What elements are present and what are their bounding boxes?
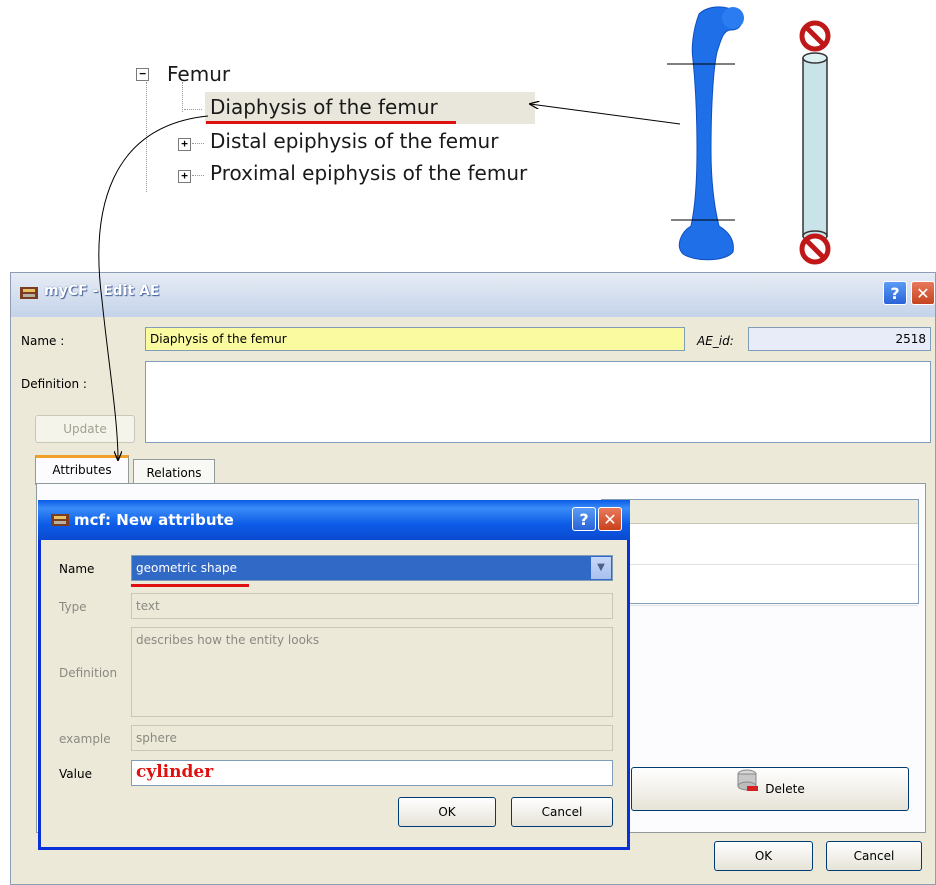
definition-label: Definition :: [21, 377, 87, 391]
delete-button-label: Delete: [765, 782, 805, 796]
anatomy-tree: − Femur Diaphysis of the femur + Distal …: [0, 0, 560, 240]
plus-box-icon[interactable]: +: [178, 170, 191, 183]
tree-node-diaphysis[interactable]: Diaphysis of the femur: [210, 95, 438, 119]
help-icon[interactable]: ?: [883, 281, 907, 305]
window-titlebar[interactable]: myCF - Edit AE ? ✕: [11, 273, 935, 317]
attr-definition-field: describes how the entity looks: [131, 627, 613, 717]
annotation-underline: [131, 584, 249, 587]
tree-node-distal-epiphysis[interactable]: Distal epiphysis of the femur: [210, 129, 498, 153]
tree-guide-line: [146, 82, 147, 192]
ae-id-field[interactable]: 2518: [748, 327, 931, 351]
cancel-button[interactable]: Cancel: [826, 841, 922, 871]
tree-node-proximal-epiphysis[interactable]: Proximal epiphysis of the femur: [210, 161, 527, 185]
table-header[interactable]: om: [602, 500, 918, 524]
attr-definition-label: Definition: [59, 666, 118, 680]
delete-button[interactable]: Delete: [631, 767, 909, 811]
window-title: myCF - Edit AE: [44, 283, 160, 299]
tree-guide-line: [182, 82, 183, 112]
tree-guide-line: [192, 143, 204, 144]
femur-3d-image: [655, 0, 765, 270]
table-row[interactable]: [602, 565, 918, 606]
tree-guide-line: [184, 109, 202, 110]
name-label: Name :: [21, 334, 65, 348]
tree-guide-line: [192, 175, 204, 176]
close-icon[interactable]: ✕: [911, 281, 935, 305]
new-attribute-dialog: mcf: New attribute ? ✕ Name geometric sh…: [38, 500, 630, 850]
annotation-underline: [206, 121, 456, 124]
update-button[interactable]: Update: [35, 415, 135, 443]
cylinder-3d-image: [785, 20, 845, 270]
attr-name-value: geometric shape: [136, 561, 238, 575]
delete-db-icon: [735, 768, 759, 811]
dialog-ok-button[interactable]: OK: [398, 797, 496, 827]
minus-box-icon[interactable]: −: [136, 68, 149, 81]
attr-value-field[interactable]: cylinder: [131, 760, 613, 786]
help-icon[interactable]: ?: [572, 507, 596, 531]
attributes-table[interactable]: om: [601, 499, 919, 606]
attr-type-field: text: [131, 593, 613, 619]
attr-name-label: Name: [59, 562, 95, 576]
definition-field[interactable]: [145, 361, 931, 443]
app-icon: [19, 284, 39, 302]
tab-attributes[interactable]: Attributes: [35, 455, 129, 485]
dialog-titlebar[interactable]: mcf: New attribute ? ✕: [38, 500, 630, 540]
close-icon[interactable]: ✕: [598, 507, 622, 531]
tab-relations[interactable]: Relations: [133, 459, 215, 485]
attr-example-label: example: [59, 732, 111, 746]
dialog-cancel-button[interactable]: Cancel: [511, 797, 613, 827]
attr-value-label: Value: [59, 767, 92, 781]
ok-button[interactable]: OK: [714, 841, 813, 871]
ae-id-label: AE_id:: [697, 334, 734, 348]
attr-type-label: Type: [59, 600, 87, 614]
tree-node-femur[interactable]: Femur: [167, 62, 230, 86]
table-row[interactable]: [602, 524, 918, 565]
app-icon: [50, 511, 70, 529]
attr-name-select[interactable]: geometric shape ▼: [131, 555, 613, 581]
attr-example-field: sphere: [131, 725, 613, 751]
plus-box-icon[interactable]: +: [178, 138, 191, 151]
dialog-title: mcf: New attribute: [74, 511, 234, 529]
name-field[interactable]: Diaphysis of the femur: [145, 327, 685, 351]
chevron-down-icon[interactable]: ▼: [591, 557, 611, 579]
